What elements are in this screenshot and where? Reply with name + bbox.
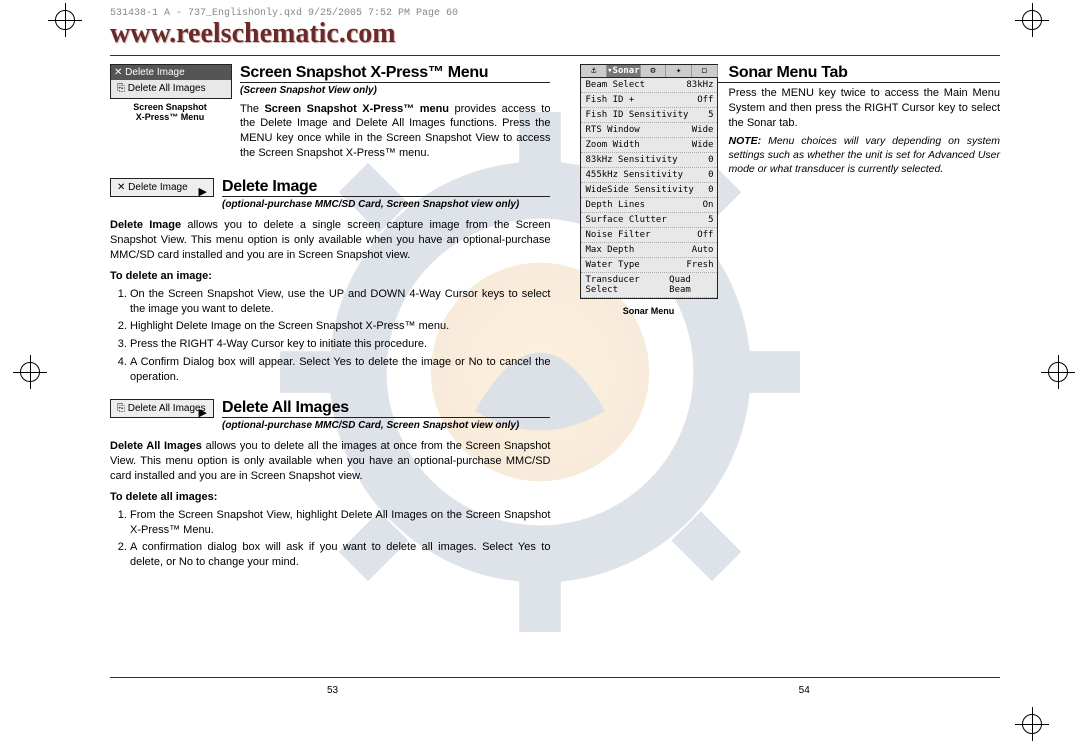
registration-mark — [1022, 714, 1042, 734]
para-delete-all: Delete All Images allows you to delete a… — [110, 439, 550, 484]
registration-mark — [20, 362, 40, 382]
right-column: ⚓▾Sonar⚙✦◻ Beam Select83kHzFish ID +OffF… — [580, 64, 1000, 578]
list-item: From the Screen Snapshot View, highlight… — [130, 508, 550, 538]
sonar-menu-row: Depth LinesOn — [581, 198, 717, 213]
list-item: Highlight Delete Image on the Screen Sna… — [130, 319, 550, 334]
sonar-menu-row: Transducer SelectQuad Beam — [581, 273, 717, 298]
page-content: ✕ Delete Image ⎘ Delete All Images Scree… — [110, 55, 1000, 704]
subhead-xpress: (Screen Snapshot View only) — [240, 84, 550, 98]
sonar-menu-thumb: ⚓▾Sonar⚙✦◻ Beam Select83kHzFish ID +OffF… — [580, 64, 718, 299]
howto-delete-image: To delete an image: — [110, 269, 550, 284]
registration-mark — [1022, 10, 1042, 30]
sonar-menu-row: Surface Clutter5 — [581, 213, 717, 228]
sonar-menu-row: 455kHz Sensitivity0 — [581, 168, 717, 183]
footer-rule — [110, 677, 1000, 678]
sonar-tab: ▾Sonar — [607, 65, 641, 77]
sonar-menu-row: Fish ID Sensitivity5 — [581, 108, 717, 123]
page-number-left: 53 — [327, 685, 338, 696]
heading-delete-all: Delete All Images — [222, 399, 550, 418]
left-column: ✕ Delete Image ⎘ Delete All Images Scree… — [110, 64, 550, 578]
xpress-menu-thumb: ✕ Delete Image ⎘ Delete All Images — [110, 64, 232, 99]
sonar-tab: ◻ — [692, 65, 718, 77]
sonar-menu-row: Beam Select83kHz — [581, 78, 717, 93]
steps-delete-all: From the Screen Snapshot View, highlight… — [110, 508, 550, 570]
list-item: A confirmation dialog box will ask if yo… — [130, 540, 550, 570]
sonar-menu-row: Zoom WidthWide — [581, 138, 717, 153]
sonar-tab: ✦ — [666, 65, 692, 77]
registration-mark — [1048, 362, 1068, 382]
sonar-menu-caption: Sonar Menu — [580, 303, 716, 316]
sonar-tab: ⚓ — [581, 65, 607, 77]
delete-all-icon: ⎘ Delete All Images ▶ — [110, 399, 214, 418]
registration-mark — [55, 10, 75, 30]
para-xpress: The Screen Snapshot X-Press™ menu provid… — [240, 102, 550, 161]
page-number-right: 54 — [799, 685, 810, 696]
delete-image-icon: ✕ Delete Image ▶ — [110, 178, 214, 197]
sonar-menu-row: 83kHz Sensitivity0 — [581, 153, 717, 168]
steps-delete-image: On the Screen Snapshot View, use the UP … — [110, 287, 550, 385]
right-arrow-icon: ▶ — [199, 185, 207, 198]
list-item: A Confirm Dialog box will appear. Select… — [130, 355, 550, 385]
para-delete-image: Delete Image allows you to delete a sing… — [110, 218, 550, 263]
heading-delete-image: Delete Image — [222, 178, 550, 197]
heading-xpress-menu: Screen Snapshot X-Press™ Menu — [240, 64, 550, 83]
sonar-menu-row: RTS WindowWide — [581, 123, 717, 138]
list-item: Press the RIGHT 4-Way Cursor key to init… — [130, 337, 550, 352]
sonar-tab: ⚙ — [641, 65, 667, 77]
sonar-menu-row: Fish ID +Off — [581, 93, 717, 108]
sonar-menu-row: WideSide Sensitivity0 — [581, 183, 717, 198]
watermark-url: www.reelschematic.com — [110, 18, 396, 50]
sonar-menu-row: Water TypeFresh — [581, 258, 717, 273]
howto-delete-all: To delete all images: — [110, 490, 550, 505]
sonar-menu-row: Max DepthAuto — [581, 243, 717, 258]
sonar-menu-row: Noise FilterOff — [581, 228, 717, 243]
right-arrow-icon: ▶ — [199, 406, 207, 419]
xpress-menu-caption: Screen Snapshot X-Press™ Menu — [110, 102, 230, 122]
list-item: On the Screen Snapshot View, use the UP … — [130, 287, 550, 317]
